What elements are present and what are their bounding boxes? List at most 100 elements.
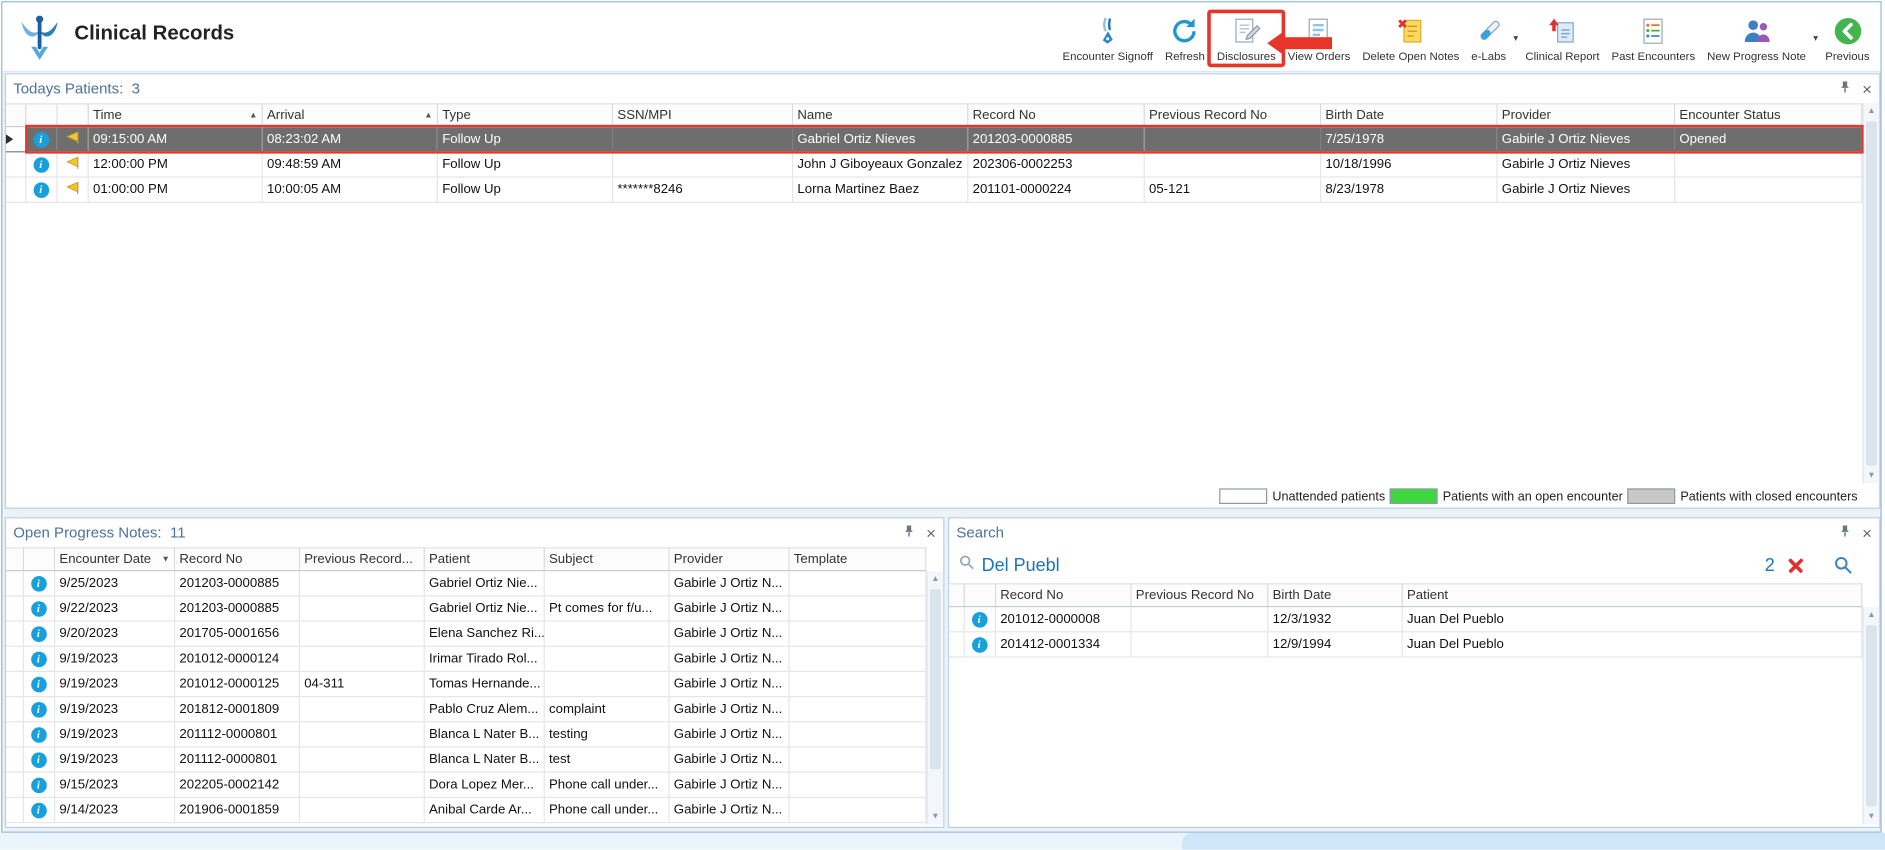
dropdown-caret-icon[interactable]: ▾ <box>1512 32 1519 43</box>
column-header-birth-date[interactable]: Birth Date <box>1320 103 1498 128</box>
cell: 201112-0000801 <box>174 747 300 773</box>
info-icon[interactable]: i <box>33 131 49 147</box>
column-header-provider[interactable]: Provider <box>668 547 790 572</box>
cell: 9/14/2023 <box>54 797 175 824</box>
toolbar-button-previous[interactable]: Previous <box>1819 13 1875 66</box>
column-header-type[interactable]: Type <box>436 103 613 128</box>
search-icon <box>959 554 975 576</box>
pin-icon[interactable] <box>902 522 915 544</box>
table-row[interactable]: i 9/14/2023 201906-0001859 Anibal Carde Ar.… <box>6 797 927 824</box>
legend-swatch <box>1627 488 1676 505</box>
table-row[interactable]: i 9/19/2023 201012-0000125 04-311 Tomas Hern… <box>6 671 927 698</box>
table-row[interactable]: i 12:00:00 PM 09:48:59 AM Follow Up John J G… <box>6 151 1863 178</box>
cell <box>788 797 927 824</box>
column-header-template[interactable]: Template <box>788 547 927 572</box>
table-row[interactable]: i 9/19/2023 201012-0000124 Irimar Tirado Ro… <box>6 646 927 673</box>
toolbar-button-past-encounters[interactable]: Past Encounters <box>1606 13 1702 66</box>
pin-icon[interactable] <box>1838 522 1851 544</box>
scroll-up-icon[interactable]: ▲ <box>928 571 944 587</box>
info-icon[interactable]: i <box>971 611 988 627</box>
cell: Gabriel Ortiz Nie... <box>423 570 545 597</box>
cell: 08:23:02 AM <box>261 126 438 153</box>
table-row[interactable]: i 201012-0000008 12/3/1932 Juan Del Pueblo <box>949 606 1863 633</box>
info-icon[interactable]: i <box>30 625 47 642</box>
table-row[interactable]: i 9/25/2023 201203-0000885 Gabriel Ortiz Ni… <box>6 570 927 597</box>
table-row[interactable]: i 01:00:00 PM 10:00:05 AM Follow Up *******8… <box>6 177 1863 203</box>
scroll-down-icon[interactable]: ▼ <box>928 809 944 825</box>
toolbar-button-new-progress-note[interactable]: New Progress Note <box>1701 13 1812 66</box>
info-icon[interactable]: i <box>33 156 49 173</box>
toolbar-button-delete-open-notes[interactable]: Delete Open Notes <box>1356 13 1465 66</box>
column-header-record-no[interactable]: Record No <box>174 547 300 572</box>
info-icon[interactable]: i <box>30 575 47 591</box>
column-header-patient[interactable]: Patient <box>1401 583 1863 608</box>
table-row[interactable]: i 9/15/2023 202205-0002142 Dora Lopez Mer..… <box>6 772 927 799</box>
run-search-icon[interactable] <box>1834 556 1853 575</box>
column-header-birth-date[interactable]: Birth Date <box>1267 583 1403 608</box>
info-icon[interactable]: i <box>30 701 47 717</box>
column-header-record-no[interactable]: Record No <box>994 583 1132 608</box>
scroll-down-icon[interactable]: ▼ <box>1864 468 1880 484</box>
close-icon[interactable]: × <box>1862 80 1872 97</box>
taskbar-edge <box>0 832 1885 850</box>
column-header-arrival[interactable]: Arrival ▲ <box>261 103 438 128</box>
table-row[interactable]: i 9/19/2023 201112-0000801 Blanca L Nater B… <box>6 721 927 748</box>
info-icon[interactable]: i <box>30 777 47 793</box>
scrollbar-thumb[interactable] <box>1866 625 1877 807</box>
table-row[interactable]: i 9/20/2023 201705-0001656 Elena Sanchez Ri… <box>6 621 927 647</box>
info-icon[interactable]: i <box>30 651 47 667</box>
info-icon[interactable]: i <box>30 600 47 617</box>
toolbar-button-e-labs[interactable]: e-Labs <box>1465 13 1512 66</box>
info-icon[interactable]: i <box>30 676 47 692</box>
dropdown-caret-icon[interactable]: ▾ <box>1812 32 1819 43</box>
info-icon[interactable]: i <box>30 802 47 818</box>
scroll-up-icon[interactable]: ▲ <box>1864 607 1880 623</box>
cell <box>788 621 927 647</box>
info-icon[interactable]: i <box>971 636 988 653</box>
toolbar-button-disclosures[interactable]: Disclosures <box>1207 9 1286 68</box>
toolbar-button-encounter-signoff[interactable]: Encounter Signoff <box>1057 13 1159 66</box>
toolbar-button-refresh[interactable]: Refresh <box>1159 13 1211 66</box>
column-header-subject[interactable]: Subject <box>543 547 670 572</box>
panel-title: Todays Patients: <box>13 80 124 98</box>
cell: Tomas Hernande... <box>423 671 545 698</box>
table-row[interactable]: i 9/19/2023 201112-0000801 Blanca L Nater B… <box>6 747 927 773</box>
toolbar-button-view-orders[interactable]: View Orders <box>1267 13 1357 66</box>
search-input[interactable]: Del Puebl <box>982 555 1060 575</box>
table-row[interactable]: i 9/19/2023 201812-0001809 Pablo Cruz Alem.… <box>6 696 927 723</box>
scrollbar-thumb[interactable] <box>930 589 941 770</box>
column-header-previous-record-no[interactable]: Previous Record No <box>1130 583 1268 608</box>
vertical-scrollbar[interactable]: ▲ ▼ <box>1862 103 1880 484</box>
column-header-ssn-mpi[interactable]: SSN/MPI <box>612 103 793 128</box>
cell: Gabirle J Ortiz N... <box>668 570 790 597</box>
close-icon[interactable]: × <box>1862 524 1872 541</box>
disclosures-icon <box>1231 14 1262 48</box>
close-icon[interactable]: × <box>926 524 936 541</box>
clear-search-icon[interactable] <box>1788 557 1804 573</box>
column-header-encounter-date[interactable]: Encounter Date ▼ <box>54 547 175 572</box>
scroll-up-icon[interactable]: ▲ <box>1864 103 1880 119</box>
table-row[interactable]: i 201412-0001334 12/9/1994 Juan Del Pueblo <box>949 631 1863 658</box>
pin-icon[interactable] <box>1838 78 1851 100</box>
column-header-record-no[interactable]: Record No <box>967 103 1145 128</box>
search-results-grid: Record No Previous Record No Birth Date Pat… <box>949 583 1863 825</box>
table-row[interactable]: i 9/22/2023 201203-0000885 Gabriel Ortiz Ni… <box>6 595 927 622</box>
scrollbar-thumb[interactable] <box>1866 121 1877 466</box>
cell <box>543 671 670 698</box>
column-header-provider[interactable]: Provider <box>1496 103 1675 128</box>
column-header-name[interactable]: Name <box>792 103 968 128</box>
column-header-patient[interactable]: Patient <box>423 547 545 572</box>
vertical-scrollbar[interactable]: ▲ ▼ <box>1862 607 1880 825</box>
vertical-scrollbar[interactable]: ▲ ▼ <box>926 571 944 825</box>
scroll-down-icon[interactable]: ▼ <box>1864 809 1880 825</box>
column-header-time[interactable]: Time ▲ <box>87 103 263 128</box>
column-header-previous-record-no[interactable]: Previous Record No <box>1143 103 1321 128</box>
info-icon[interactable]: i <box>33 181 49 198</box>
cell <box>298 696 425 723</box>
info-icon[interactable]: i <box>30 726 47 743</box>
table-row[interactable]: i 09:15:00 AM 08:23:02 AM Follow Up Gabriel … <box>6 126 1863 153</box>
column-header-encounter-status[interactable]: Encounter Status <box>1674 103 1863 128</box>
column-header-previous-record[interactable]: Previous Record... <box>298 547 425 572</box>
info-icon[interactable]: i <box>30 751 47 768</box>
toolbar-button-clinical-report[interactable]: Clinical Report <box>1519 13 1605 66</box>
